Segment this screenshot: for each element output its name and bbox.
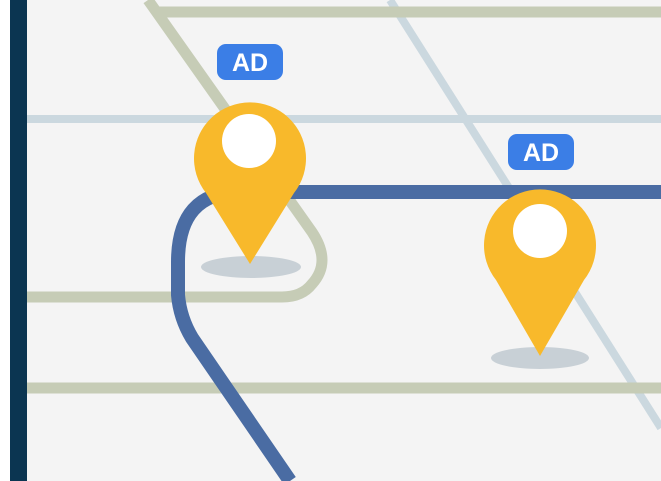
pin-center-dot (222, 114, 276, 168)
ad-badge: AD (508, 134, 574, 170)
ad-badge: AD (217, 44, 283, 80)
left-edge-bar (10, 0, 27, 481)
ad-badge-label: AD (523, 139, 559, 167)
pin-center-dot (513, 204, 567, 258)
map-illustration: AD AD (0, 0, 661, 481)
map-canvas[interactable]: AD AD (27, 0, 661, 481)
map-svg: AD AD (27, 0, 661, 481)
ad-badge-label: AD (232, 49, 268, 77)
